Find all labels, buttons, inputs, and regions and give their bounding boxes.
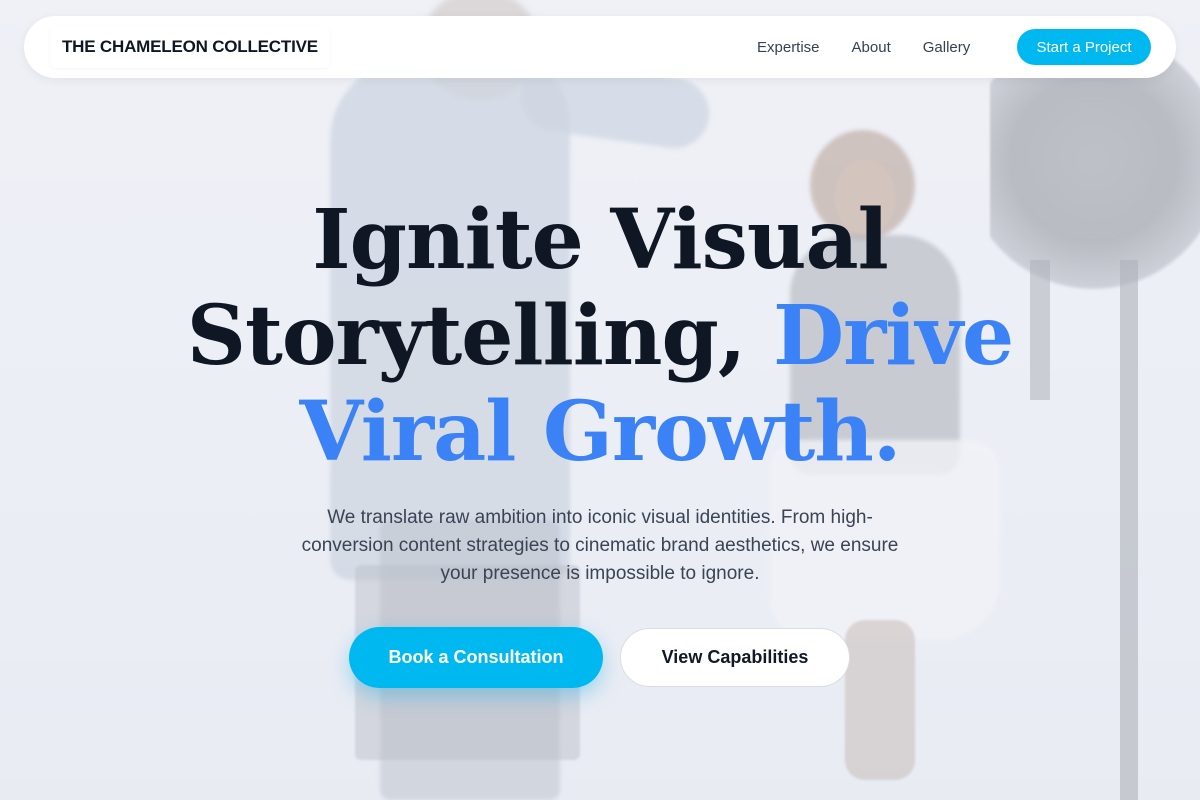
nav-link-about[interactable]: About — [852, 39, 891, 56]
nav-links: Expertise About Gallery — [757, 16, 970, 78]
nav-link-gallery[interactable]: Gallery — [923, 39, 971, 56]
headline-line-2-dark: Storytelling, — [186, 288, 747, 384]
nav-link-expertise[interactable]: Expertise — [757, 39, 820, 56]
headline-line-1: Ignite Visual — [312, 192, 888, 288]
start-project-button[interactable]: Start a Project — [1017, 29, 1151, 65]
hero-headline: Ignite Visual Storytelling, Drive Viral … — [0, 192, 1200, 480]
headline-line-3-accent: Viral Growth. — [299, 384, 902, 480]
navbar: THE CHAMELEON COLLECTIVE Expertise About… — [24, 16, 1176, 78]
headline-line-2-accent: Drive — [772, 288, 1014, 384]
view-capabilities-button[interactable]: View Capabilities — [620, 628, 850, 687]
book-consultation-button[interactable]: Book a Consultation — [349, 627, 603, 688]
brand-logo[interactable]: THE CHAMELEON COLLECTIVE — [50, 26, 330, 68]
hero-subtitle: We translate raw ambition into iconic vi… — [301, 507, 899, 584]
